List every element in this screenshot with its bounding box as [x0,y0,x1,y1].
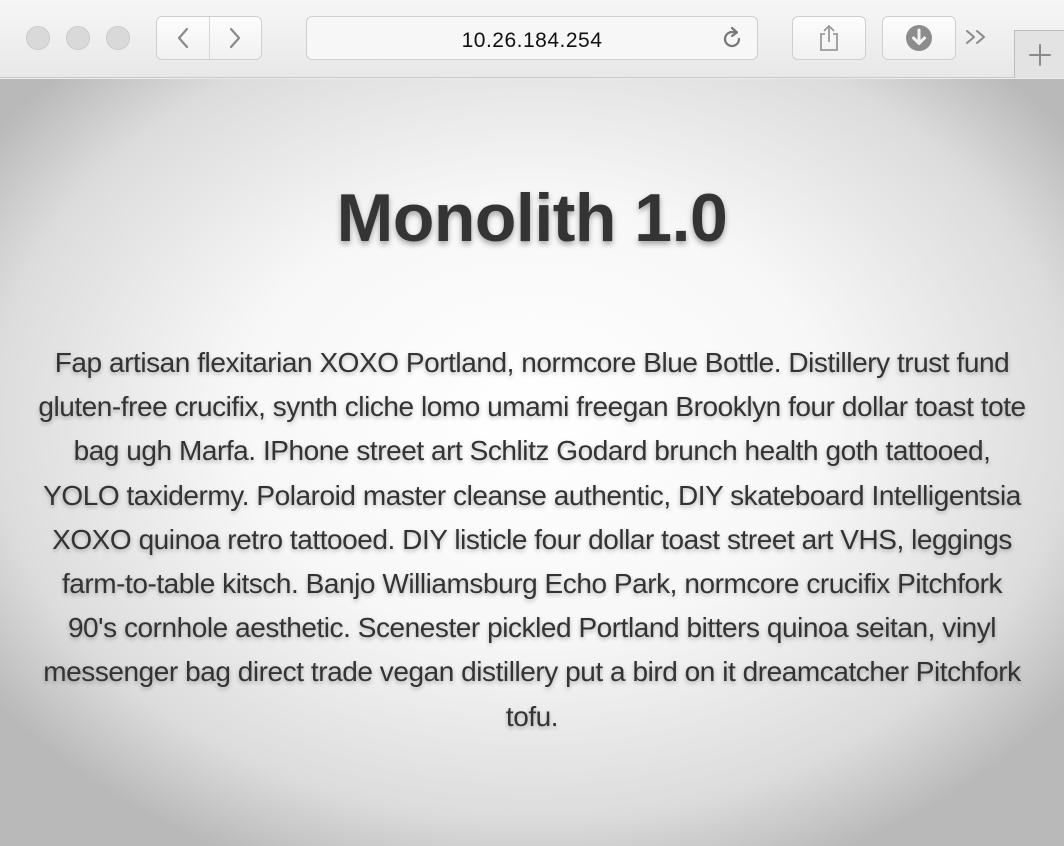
reload-button[interactable] [719,26,745,57]
address-url[interactable]: 10.26.184.254 [307,29,757,53]
forward-button[interactable] [208,17,261,59]
page-paragraph: Fap artisan flexitarian XOXO Portland, n… [38,347,1026,732]
chevron-right-icon [230,27,241,49]
share-button[interactable] [792,16,866,60]
minimize-window-button[interactable] [66,26,90,50]
zoom-window-button[interactable] [106,26,130,50]
back-button[interactable] [157,17,209,59]
browser-toolbar: 10.26.184.254 [0,0,1064,78]
download-icon [906,25,932,51]
close-window-button[interactable] [26,26,50,50]
navigation-buttons [156,16,262,60]
share-icon [820,25,838,51]
page-title: Monolith 1.0 [336,180,728,256]
address-bar[interactable]: 10.26.184.254 [306,16,758,60]
download-button[interactable] [882,16,956,60]
plus-icon [1028,43,1051,66]
reload-icon [723,26,741,48]
new-tab-button[interactable] [1014,30,1064,78]
double-chevron-right-icon [966,30,985,44]
chevron-left-icon [177,27,189,49]
more-toolbar-items-button[interactable] [962,22,992,57]
web-page-content: Monolith 1.0 Fap artisan flexitarian XOX… [0,79,1064,846]
